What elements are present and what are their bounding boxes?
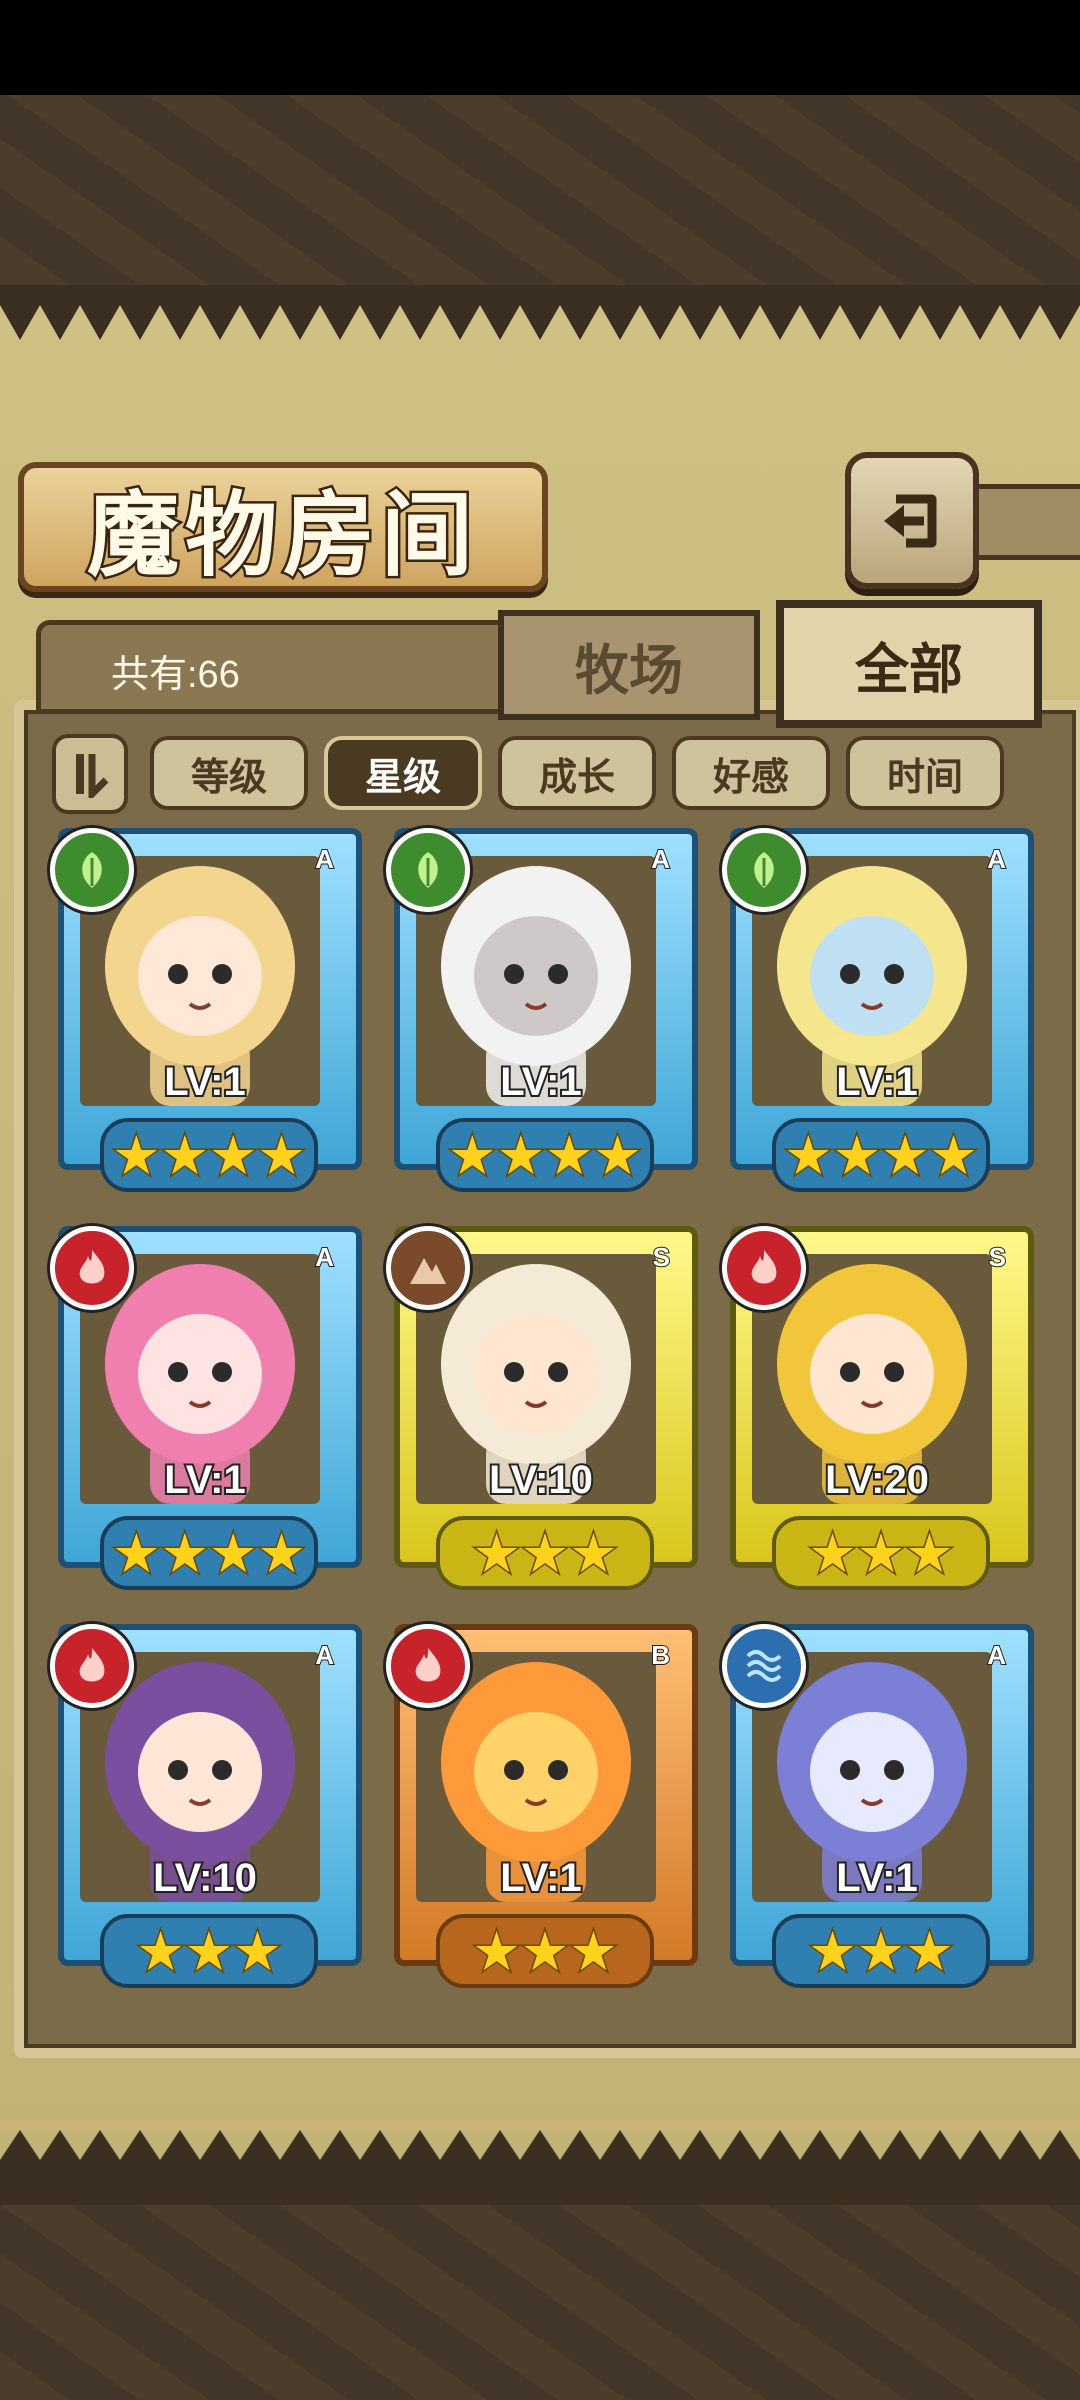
rank-badge: A [314, 1241, 335, 1273]
star-rating: ★★★★ [772, 1118, 990, 1192]
star-rating: ★★★ [436, 1914, 654, 1988]
sort-bar: 等级 星级 成长 好感 时间 [40, 730, 1040, 814]
monster-level: LV:10 [487, 1456, 595, 1504]
status-bar [0, 0, 1080, 95]
leaf-icon [754, 852, 774, 888]
sort-order-icon [76, 754, 109, 798]
leaf-icon [418, 852, 438, 888]
monster-face [474, 1712, 598, 1832]
monster-face [474, 916, 598, 1036]
map-background-top [0, 95, 1080, 285]
star-rating: ★★★★ [436, 1118, 654, 1192]
rank-badge: A [986, 1639, 1007, 1671]
element-badge [722, 1624, 806, 1708]
monster-level: LV:1 [162, 1456, 248, 1504]
monster-face [474, 1314, 598, 1434]
monster-level: LV:1 [162, 1058, 248, 1106]
monster-level: LV:20 [823, 1456, 931, 1504]
back-button[interactable] [845, 452, 979, 589]
star-rating: ★★★ [772, 1914, 990, 1988]
element-badge [386, 1226, 470, 1310]
mountain-icon [410, 1258, 446, 1284]
monster-grid: A LV:1 ★★★★ A LV:1 ★★★★ A LV:1 ★★★★ A LV:1 ★★★★ S LV:… [50, 828, 1040, 2008]
rank-badge: A [650, 843, 671, 875]
map-background-bottom [0, 2205, 1080, 2400]
monster-card[interactable]: A LV:1 ★★★★ [50, 828, 362, 1198]
star-rating: ★★★ [772, 1516, 990, 1590]
monster-face [138, 916, 262, 1036]
tab-row: 共有:66 牧场 全部 [14, 600, 1066, 728]
element-badge [50, 1226, 134, 1310]
zigzag-edge-top [0, 285, 1080, 340]
flame-icon [751, 1250, 777, 1284]
rank-badge: B [650, 1639, 671, 1671]
monster-card[interactable]: S LV:10 ★★★ [386, 1226, 698, 1596]
star-rating: ★★★ [100, 1914, 318, 1988]
monster-count: 共有:66 [111, 654, 240, 696]
page-title: 魔物房间 [84, 478, 479, 591]
monster-level: LV:1 [834, 1854, 920, 1902]
element-badge [722, 1226, 806, 1310]
monster-face [810, 1712, 934, 1832]
flame-icon [79, 1250, 105, 1284]
monster-level: LV:1 [498, 1854, 584, 1902]
monster-face [138, 1712, 262, 1832]
rank-badge: A [986, 843, 1007, 875]
monster-face [138, 1314, 262, 1434]
star-rating: ★★★★ [100, 1118, 318, 1192]
star-rating: ★★★ [436, 1516, 654, 1590]
zigzag-edge-bottom [0, 2120, 1080, 2205]
tab-pasture[interactable]: 牧场 [498, 610, 760, 720]
monster-face [810, 1314, 934, 1434]
sort-by-growth[interactable]: 成长 [498, 736, 656, 810]
sort-by-affection[interactable]: 好感 [672, 736, 830, 810]
page-title-plate: 魔物房间 [18, 462, 548, 592]
rank-badge: A [314, 1639, 335, 1671]
monster-level: LV:1 [834, 1058, 920, 1106]
monster-face [810, 916, 934, 1036]
monster-card[interactable]: A LV:1 ★★★★ [50, 1226, 362, 1596]
back-button-rail [965, 484, 1080, 560]
element-badge [386, 1624, 470, 1708]
monster-level: LV:1 [498, 1058, 584, 1106]
rank-badge: S [988, 1241, 1007, 1273]
rank-badge: A [314, 843, 335, 875]
return-arrow-icon [884, 494, 937, 547]
monster-card[interactable]: A LV:1 ★★★★ [386, 828, 698, 1198]
star-rating: ★★★★ [100, 1516, 318, 1590]
monster-card[interactable]: B LV:1 ★★★ [386, 1624, 698, 1994]
flame-icon [79, 1648, 105, 1682]
monster-card[interactable]: A LV:10 ★★★ [50, 1624, 362, 1994]
flame-icon [415, 1648, 441, 1682]
element-badge [50, 828, 134, 912]
sort-by-time[interactable]: 时间 [846, 736, 1004, 810]
monster-count-box: 共有:66 [36, 620, 516, 714]
monster-card[interactable]: A LV:1 ★★★★ [722, 828, 1034, 1198]
sort-by-level[interactable]: 等级 [150, 736, 308, 810]
monster-card[interactable]: S LV:20 ★★★ [722, 1226, 1034, 1596]
sort-by-star[interactable]: 星级 [324, 736, 482, 810]
sort-order-toggle[interactable] [52, 734, 128, 814]
element-badge [722, 828, 806, 912]
element-badge [50, 1624, 134, 1708]
water-waves-icon [746, 1650, 782, 1682]
rank-badge: S [652, 1241, 671, 1273]
monster-level: LV:10 [151, 1854, 259, 1902]
leaf-icon [82, 852, 102, 888]
tab-all[interactable]: 全部 [776, 600, 1042, 728]
element-badge [386, 828, 470, 912]
monster-card[interactable]: A LV:1 ★★★ [722, 1624, 1034, 1994]
